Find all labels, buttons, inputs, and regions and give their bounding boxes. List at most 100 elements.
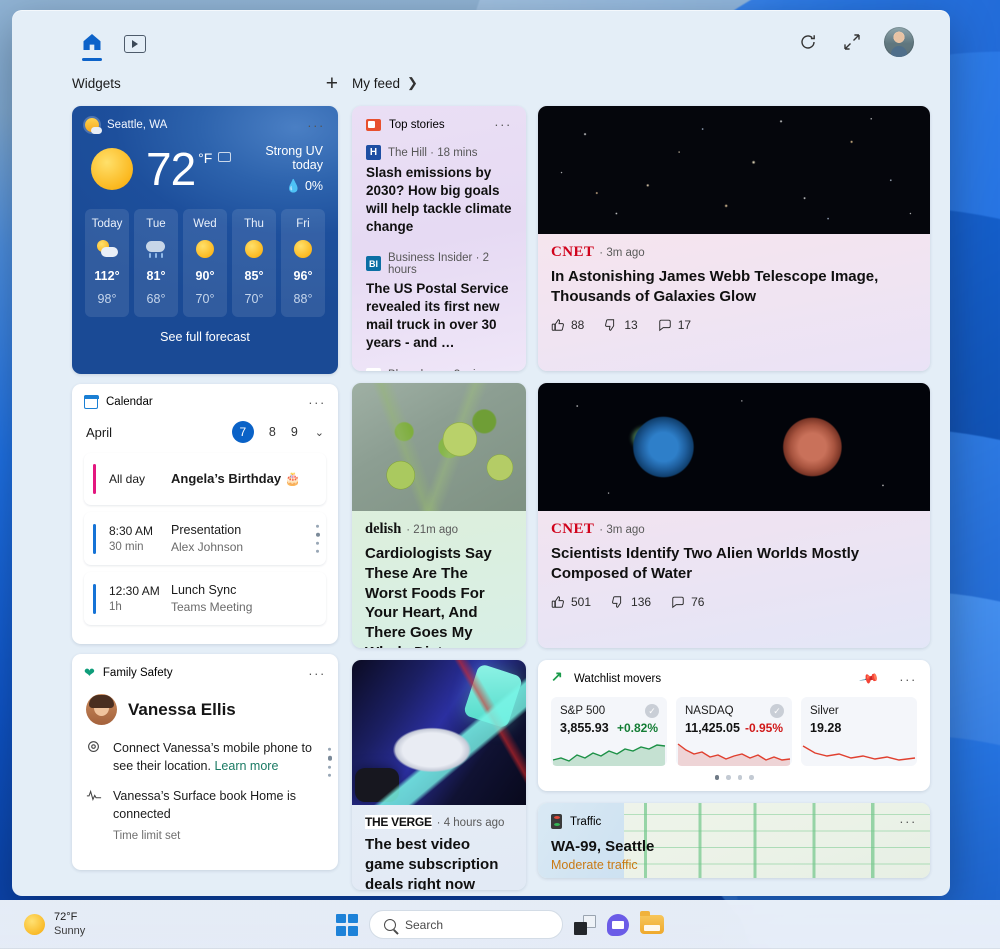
family-safety-pager[interactable]	[328, 748, 333, 777]
sunny-icon	[194, 240, 216, 258]
card-headline: Cardiologists Say These Are The Worst Fo…	[365, 544, 513, 648]
sparkline-chart	[801, 740, 917, 766]
card-cardiologists[interactable]: delish · 21m ago Cardiologists Say These…	[352, 383, 526, 648]
family-member-name: Vanessa Ellis	[128, 700, 236, 720]
video-play-icon[interactable]	[124, 35, 146, 53]
card-alien-worlds[interactable]: CNET · 3m ago Scientists Identify Two Al…	[538, 383, 930, 648]
teams-chat-button[interactable]	[607, 914, 629, 936]
home-icon[interactable]	[78, 25, 106, 59]
story-source: The Hill	[388, 147, 427, 159]
weather-uv-text: Strong UV today	[231, 144, 323, 172]
traffic-title: Traffic	[570, 816, 601, 828]
event-color-bar	[93, 524, 96, 554]
event-title: Lunch Sync	[171, 583, 252, 597]
calendar-more-button[interactable]: ···	[308, 396, 326, 409]
weather-more-button[interactable]: ···	[307, 119, 325, 132]
page-title: Widgets	[72, 76, 121, 91]
calendar-icon	[84, 395, 98, 409]
comment-button[interactable]: 17	[658, 318, 691, 332]
like-button[interactable]: 501	[551, 595, 591, 609]
search-icon	[384, 919, 396, 931]
forecast-day[interactable]: Thu 85° 70°	[232, 209, 276, 317]
calendar-event[interactable]: 12:30 AM 1h Lunch Sync Teams Meeting	[84, 572, 326, 625]
check-icon[interactable]: ✓	[645, 704, 659, 718]
top-stories-widget[interactable]: Top stories ··· H The Hill · 18 mins Sla…	[352, 106, 526, 371]
story-item[interactable]: BI Business Insider · 2 hours The US Pos…	[366, 252, 512, 352]
weather-widget[interactable]: Seattle, WA ··· 72 °F Strong UV today 💧 …	[72, 106, 338, 374]
card-headline: Scientists Identify Two Alien Worlds Mos…	[551, 544, 917, 584]
comment-button[interactable]: 76	[671, 595, 704, 609]
watchlist-pager[interactable]	[551, 775, 917, 780]
taskbar-weather-widget[interactable]: 72°F Sunny	[0, 911, 85, 939]
forecast-day[interactable]: Fri 96° 88°	[281, 209, 325, 317]
news-icon	[366, 119, 381, 131]
watchlist-widget[interactable]: Watchlist movers 📌 ··· S&P 500 ✓ 3,855.9…	[538, 660, 930, 791]
traffic-status: Moderate traffic	[551, 858, 917, 872]
family-safety-widget[interactable]: ❤ Family Safety ··· Vanessa Ellis Connec…	[72, 654, 338, 870]
chevron-down-icon[interactable]: ⌄	[315, 426, 324, 439]
search-input[interactable]: Search	[369, 910, 563, 939]
card-james-webb[interactable]: CNET · 3m ago In Astonishing James Webb …	[538, 106, 930, 371]
chevron-right-icon[interactable]: ❯	[407, 75, 418, 91]
watchlist-item[interactable]: Silver 19.28	[801, 697, 917, 766]
card-video-game-deals[interactable]: THE VERGE · 4 hours ago The best video g…	[352, 660, 526, 890]
user-avatar[interactable]	[884, 27, 914, 57]
widgets-panel: Widgets + Seattle, WA ··· 72 °F Strong U…	[12, 10, 950, 896]
ticker-name: Silver	[810, 705, 908, 717]
learn-more-link[interactable]: Learn more	[214, 759, 278, 773]
search-placeholder: Search	[405, 918, 443, 932]
taskbar-condition: Sunny	[54, 925, 85, 939]
pin-icon[interactable]: 📌	[858, 668, 880, 690]
story-item[interactable]: H The Hill · 18 mins Slash emissions by …	[366, 145, 512, 236]
sunny-icon	[91, 148, 133, 190]
event-subtitle: Alex Johnson	[171, 540, 243, 554]
traffic-road: WA-99, Seattle	[551, 838, 917, 855]
calendar-pager[interactable]	[316, 524, 321, 553]
story-item[interactable]: B Bloomberg · 3 mins A Quant’s Take on I…	[366, 368, 512, 371]
refresh-icon[interactable]	[796, 30, 820, 54]
check-icon[interactable]: ✓	[770, 704, 784, 718]
calendar-event[interactable]: 8:30 AM 30 min Presentation Alex Johnson	[84, 512, 326, 565]
family-device-row[interactable]: Vanessa’s Surface book Home is connected…	[84, 787, 326, 844]
sparkline-chart	[676, 740, 792, 766]
trending-up-icon	[551, 673, 566, 685]
family-device-note: Time limit set	[113, 828, 324, 845]
calendar-day[interactable]: 8	[269, 425, 276, 439]
calendar-widget[interactable]: Calendar ··· April 7 8 9 ⌄ All day Angel…	[72, 384, 338, 644]
add-widget-button[interactable]: +	[326, 73, 338, 94]
traffic-more-button[interactable]: ···	[899, 815, 917, 828]
planets-image	[538, 383, 930, 511]
partly-cloudy-icon	[96, 240, 118, 258]
ticker-price: 3,855.93	[560, 721, 609, 735]
feed-section-header[interactable]: My feed ❯	[352, 68, 930, 98]
watchlist-item[interactable]: NASDAQ ✓ 11,425.05 -0.95%	[676, 697, 792, 766]
forecast-day[interactable]: Today 112° 98°	[85, 209, 129, 317]
event-title: Presentation	[171, 523, 243, 537]
task-view-button[interactable]	[574, 915, 596, 935]
watchlist-more-button[interactable]: ···	[899, 673, 917, 686]
family-safety-title: Family Safety	[103, 667, 173, 679]
dislike-button[interactable]: 136	[611, 595, 651, 609]
see-full-forecast-link[interactable]: See full forecast	[85, 330, 325, 344]
dislike-button[interactable]: 13	[604, 318, 637, 332]
calendar-day[interactable]: 9	[291, 425, 298, 439]
family-location-row[interactable]: Connect Vanessa’s mobile phone to see th…	[84, 739, 326, 775]
start-button[interactable]	[336, 914, 358, 936]
family-safety-more-button[interactable]: ···	[308, 667, 326, 680]
watchlist-title: Watchlist movers	[574, 673, 661, 685]
card-headline: In Astonishing James Webb Telescope Imag…	[551, 267, 917, 307]
traffic-widget[interactable]: Traffic ··· WA-99, Seattle Moderate traf…	[538, 803, 930, 878]
calendar-event[interactable]: All day Angela’s Birthday 🎂	[84, 453, 326, 505]
ticker-price: 11,425.05	[685, 721, 740, 735]
forecast-day[interactable]: Wed 90° 70°	[183, 209, 227, 317]
ticker-name: NASDAQ	[685, 705, 783, 717]
forecast-day[interactable]: Tue 81° 68°	[134, 209, 178, 317]
traffic-light-icon	[551, 814, 562, 829]
event-title: Angela’s Birthday 🎂	[171, 471, 301, 487]
file-explorer-button[interactable]	[640, 915, 664, 934]
top-stories-more-button[interactable]: ···	[494, 118, 512, 131]
watchlist-item[interactable]: S&P 500 ✓ 3,855.93 +0.82%	[551, 697, 667, 766]
expand-icon[interactable]	[840, 30, 864, 54]
like-button[interactable]: 88	[551, 318, 584, 332]
calendar-day-selected[interactable]: 7	[232, 421, 254, 443]
